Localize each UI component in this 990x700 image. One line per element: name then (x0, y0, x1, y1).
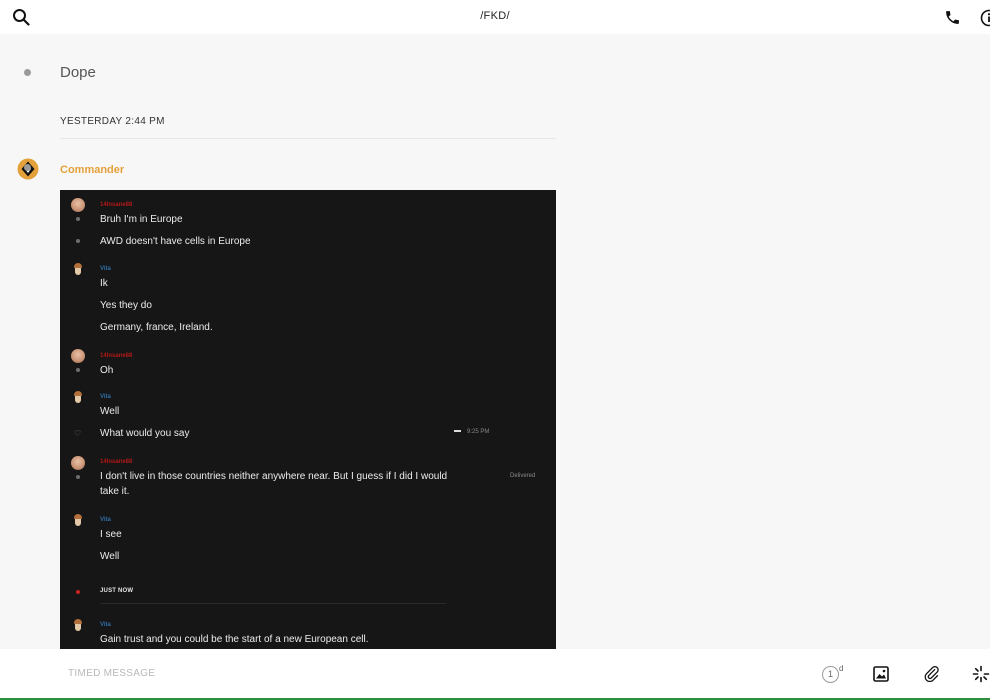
user-avatar (71, 349, 85, 363)
separator-line (60, 138, 556, 139)
sparkle-icon[interactable] (972, 665, 990, 683)
screenshot-message: Oh (100, 365, 114, 376)
new-messages-dot (76, 590, 80, 594)
screenshot-message: Gain trust and you could be the start of… (100, 634, 369, 645)
message-composer: TIMED MESSAGE 1 d (0, 649, 990, 698)
message-input[interactable]: TIMED MESSAGE (68, 668, 155, 679)
bullet-dot (76, 475, 80, 479)
screenshot-message: Well (100, 551, 120, 562)
timer-value: 1 (822, 666, 839, 683)
screenshot-message: Germany, france, Ireland. (100, 322, 213, 333)
date-separator: YESTERDAY 2:44 PM (60, 116, 165, 127)
user-avatar (71, 618, 85, 632)
message-feed[interactable]: Dope YESTERDAY 2:44 PM Commander 14Insan… (0, 34, 990, 649)
screenshot-message: Well (100, 406, 120, 417)
author-name: Vita (100, 517, 111, 523)
screenshot-message: What would you say (100, 428, 190, 439)
author-name: 14Insane88 (100, 202, 133, 208)
timer-unit: d (839, 664, 844, 673)
image-icon[interactable] (873, 666, 889, 682)
top-bar: /FKD/ (0, 0, 990, 34)
author-name: Vita (100, 394, 111, 400)
screenshot-message: Ik (100, 278, 108, 289)
phone-icon[interactable] (944, 9, 961, 26)
heart-icon: ♡ (74, 429, 82, 438)
screenshot-message: I see (100, 529, 122, 540)
timer-icon[interactable]: 1 d (822, 664, 850, 686)
screenshot-message: I don't live in those countries neither … (100, 471, 448, 497)
user-avatar (71, 262, 85, 276)
message-text[interactable]: Dope (60, 64, 96, 81)
message-timestamp: 9:25 PM (454, 429, 489, 435)
info-icon[interactable] (980, 9, 990, 27)
screenshot-message: AWD doesn't have cells in Europe (100, 236, 251, 247)
author-name: 14Insane88 (100, 459, 133, 465)
message-status-dot (24, 69, 31, 76)
user-avatar (71, 390, 85, 404)
separator-line (100, 603, 446, 604)
user-avatar (71, 456, 85, 470)
user-avatar (71, 198, 85, 212)
conversation-title[interactable]: /FKD/ (0, 10, 990, 22)
screenshot-message: Bruh I'm in Europe (100, 214, 183, 225)
user-avatar (71, 513, 85, 527)
bullet-dot (76, 239, 80, 243)
author-name: Vita (100, 266, 111, 272)
screenshot-message: Yes they do (100, 300, 152, 311)
shared-screenshot-image[interactable]: 14Insane88 Bruh I'm in Europe AWD doesn'… (60, 190, 556, 649)
sender-name[interactable]: Commander (60, 164, 124, 176)
paperclip-icon[interactable] (923, 665, 940, 682)
bullet-dot (76, 368, 80, 372)
delivered-status: Delivered (510, 473, 536, 479)
just-now-separator: JUST NOW (100, 588, 134, 594)
author-name: 14Insane88 (100, 353, 133, 359)
message-status-dot (24, 164, 31, 171)
author-name: Vita (100, 622, 111, 628)
bullet-dot (76, 217, 80, 221)
